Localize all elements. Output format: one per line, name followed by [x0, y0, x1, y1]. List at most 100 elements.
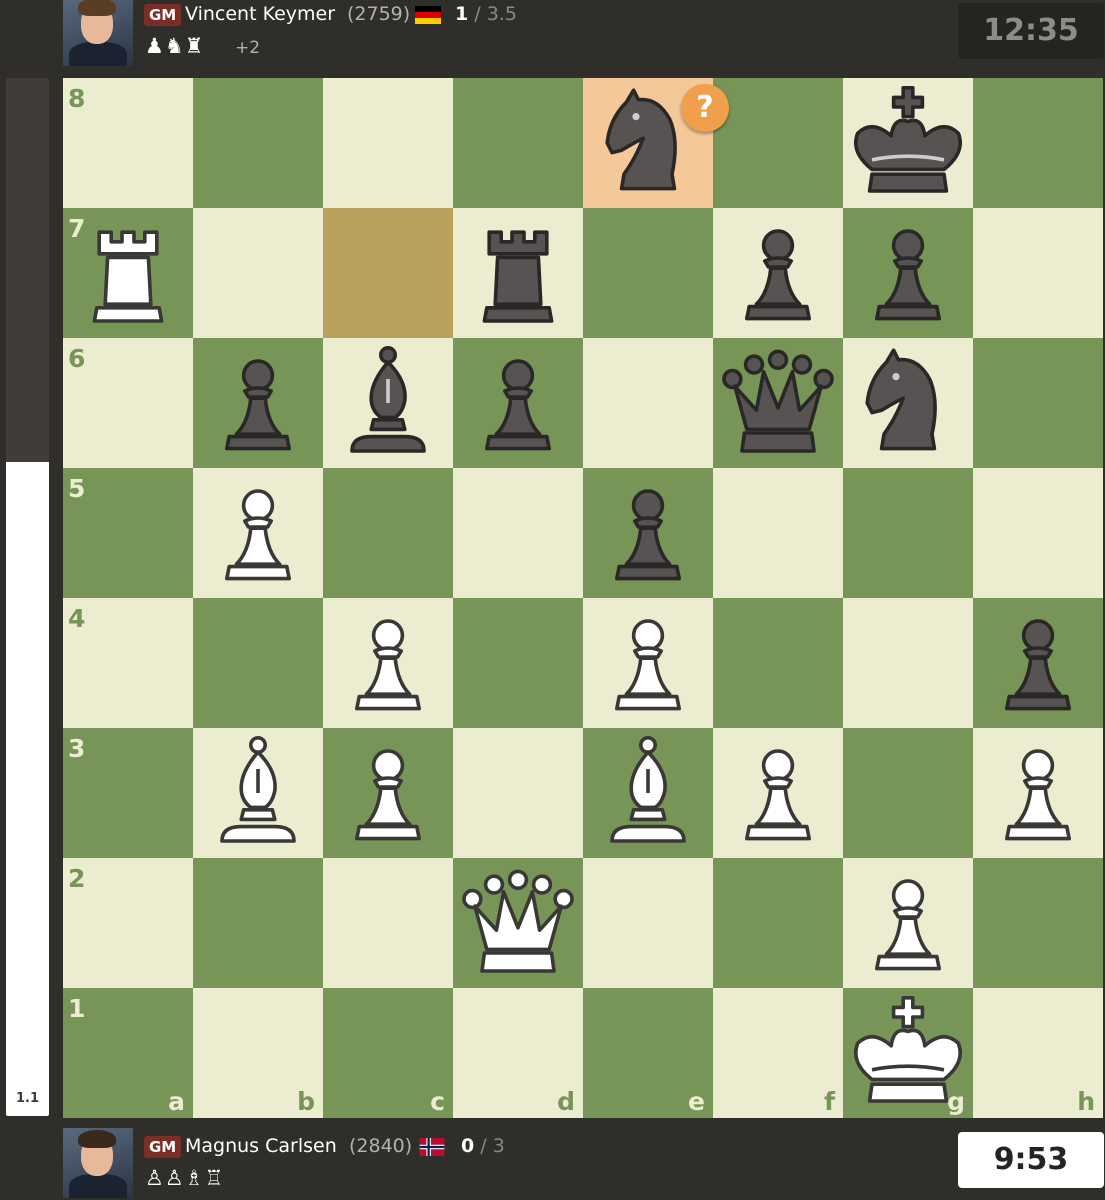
square-f5[interactable]	[713, 468, 843, 598]
file-label-a: a	[168, 1087, 185, 1116]
square-b7[interactable]	[193, 208, 323, 338]
white-queen-d2[interactable]	[458, 863, 578, 983]
square-a4[interactable]: 4	[63, 598, 193, 728]
rank-label-6: 6	[68, 344, 86, 373]
square-a8[interactable]: 8	[63, 78, 193, 208]
square-d1[interactable]: d	[453, 988, 583, 1118]
square-h7[interactable]	[973, 208, 1103, 338]
evaluation-white-fill	[6, 462, 49, 1116]
square-a1[interactable]: 1a	[63, 988, 193, 1118]
top-player-material-advantage: +2	[235, 38, 261, 58]
file-label-d: d	[557, 1087, 575, 1116]
square-b8[interactable]	[193, 78, 323, 208]
white-rook-a7[interactable]	[68, 213, 188, 333]
top-player-rating: (2759)	[347, 3, 411, 25]
square-f8[interactable]	[713, 78, 843, 208]
square-h1[interactable]: h	[973, 988, 1103, 1118]
file-label-f: f	[824, 1087, 835, 1116]
evaluation-label: 1.1	[15, 1091, 40, 1106]
white-pawn-e4[interactable]	[588, 603, 708, 723]
white-bishop-e3[interactable]	[588, 733, 708, 853]
chess-board[interactable]: 8 7 6 5 4 3 2 1 a b c d e f g h?	[63, 78, 1103, 1118]
square-h8[interactable]	[973, 78, 1103, 208]
square-b2[interactable]	[193, 858, 323, 988]
white-pawn-c3[interactable]	[328, 733, 448, 853]
square-b4[interactable]	[193, 598, 323, 728]
file-label-c: c	[430, 1087, 445, 1116]
square-a5[interactable]: 5	[63, 468, 193, 598]
black-queen-f6[interactable]	[718, 343, 838, 463]
square-f2[interactable]	[713, 858, 843, 988]
top-player-bar: GM Vincent Keymer (2759) 1 / 3.5 ♟♞♜ +2 …	[0, 0, 1105, 78]
black-pawn-f7[interactable]	[718, 213, 838, 333]
rank-label-3: 3	[68, 734, 86, 763]
black-pawn-e5[interactable]	[588, 473, 708, 593]
black-pawn-g7[interactable]	[848, 213, 968, 333]
black-bishop-c6[interactable]	[328, 343, 448, 463]
evaluation-bar[interactable]: 1.1	[6, 78, 49, 1116]
square-c8[interactable]	[323, 78, 453, 208]
white-pawn-h3[interactable]	[978, 733, 1098, 853]
square-h6[interactable]	[973, 338, 1103, 468]
black-knight-g6[interactable]	[848, 343, 968, 463]
square-g5[interactable]	[843, 468, 973, 598]
square-a6[interactable]: 6	[63, 338, 193, 468]
bottom-player-name[interactable]: Magnus Carlsen	[185, 1135, 337, 1157]
top-player-title-badge: GM	[144, 4, 182, 26]
square-d5[interactable]	[453, 468, 583, 598]
rank-label-8: 8	[68, 84, 86, 113]
black-king-g8[interactable]	[848, 83, 968, 203]
square-d3[interactable]	[453, 728, 583, 858]
rank-label-4: 4	[68, 604, 86, 633]
bottom-player-avatar[interactable]	[63, 1128, 133, 1198]
top-player-avatar[interactable]	[63, 0, 133, 66]
file-label-h: h	[1077, 1087, 1095, 1116]
square-c2[interactable]	[323, 858, 453, 988]
top-player-score: 1 / 3.5	[455, 3, 517, 25]
square-e6[interactable]	[583, 338, 713, 468]
black-rook-d7[interactable]	[458, 213, 578, 333]
bottom-player-clock: 9:53	[958, 1132, 1104, 1188]
square-c1[interactable]: c	[323, 988, 453, 1118]
square-e2[interactable]	[583, 858, 713, 988]
square-e1[interactable]: e	[583, 988, 713, 1118]
square-h2[interactable]	[973, 858, 1103, 988]
mistake-annotation-icon: ?	[681, 84, 729, 132]
square-b1[interactable]: b	[193, 988, 323, 1118]
file-label-b: b	[297, 1087, 315, 1116]
white-king-g1[interactable]	[848, 993, 968, 1113]
square-f4[interactable]	[713, 598, 843, 728]
square-a3[interactable]: 3	[63, 728, 193, 858]
file-label-e: e	[688, 1087, 705, 1116]
square-g4[interactable]	[843, 598, 973, 728]
black-pawn-b6[interactable]	[198, 343, 318, 463]
germany-flag-icon	[415, 6, 441, 24]
square-f1[interactable]: f	[713, 988, 843, 1118]
norway-flag-icon	[419, 1138, 445, 1156]
white-pawn-c4[interactable]	[328, 603, 448, 723]
white-bishop-b3[interactable]	[198, 733, 318, 853]
square-h5[interactable]	[973, 468, 1103, 598]
square-d4[interactable]	[453, 598, 583, 728]
white-pawn-f3[interactable]	[718, 733, 838, 853]
black-pawn-d6[interactable]	[458, 343, 578, 463]
white-pawn-g2[interactable]	[848, 863, 968, 983]
bottom-player-bar: GM Magnus Carlsen (2840) 0 / 3 ♙♙♗♖ 9:53	[0, 1122, 1105, 1200]
rank-label-2: 2	[68, 864, 86, 893]
bottom-player-score: 0 / 3	[461, 1135, 505, 1157]
top-player-clock: 12:35	[958, 3, 1104, 59]
square-c5[interactable]	[323, 468, 453, 598]
top-player-name[interactable]: Vincent Keymer	[185, 3, 335, 25]
bottom-player-captured-pieces: ♙♙♗♖	[145, 1166, 225, 1190]
white-pawn-b5[interactable]	[198, 473, 318, 593]
bottom-player-title-badge: GM	[144, 1136, 182, 1158]
square-e7[interactable]	[583, 208, 713, 338]
black-pawn-h4[interactable]	[978, 603, 1098, 723]
square-d8[interactable]	[453, 78, 583, 208]
square-g3[interactable]	[843, 728, 973, 858]
rank-label-5: 5	[68, 474, 86, 503]
square-a2[interactable]: 2	[63, 858, 193, 988]
top-player-captured-pieces: ♟♞♜	[145, 34, 205, 58]
rank-label-1: 1	[68, 994, 86, 1023]
square-c7[interactable]	[323, 208, 453, 338]
